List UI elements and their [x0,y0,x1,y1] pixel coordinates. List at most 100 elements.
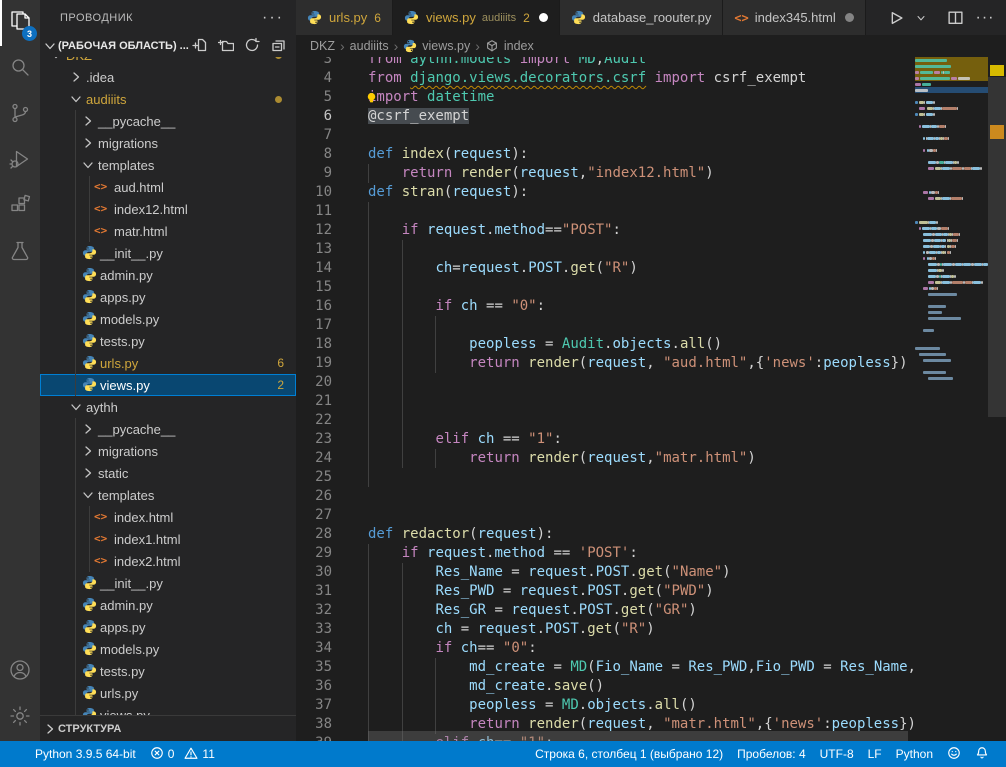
tree-item--pycache-[interactable]: __pycache__ [40,110,296,132]
split-editor-button[interactable] [942,5,968,31]
tab-views-py[interactable]: views.pyaudiiits2 [393,0,560,35]
activity-item-source-control[interactable] [0,92,40,138]
statusbar-item-problems[interactable]: 011 [143,741,222,767]
tree-item-static[interactable]: static [40,462,296,484]
statusbar-item-notifications[interactable] [968,741,996,767]
statusbar-item-feedback[interactable] [940,741,968,767]
code-line-26[interactable]: 26 [296,487,915,506]
code-line-27[interactable]: 27 [296,506,915,525]
breadcrumb-item-views-py[interactable]: views.py [403,39,470,54]
modified-dot-icon[interactable] [845,13,854,22]
code-line-33[interactable]: 33 ch = request.POST.get("R") [296,620,915,639]
tree-item-tests-py[interactable]: tests.py [40,330,296,352]
tree-item-templates[interactable]: templates [40,154,296,176]
code-line-7[interactable]: 7 [296,126,915,145]
tree-item-migrations[interactable]: migrations [40,132,296,154]
tree-item-index1-html[interactable]: <>index1.html [40,528,296,550]
code-line-9[interactable]: 9 return render(request,"index12.html") [296,164,915,183]
code-line-24[interactable]: 24 return render(request,"matr.html") [296,449,915,468]
code-line-3[interactable]: 3from aythh.models import MD,Audit [296,57,915,69]
lightbulb-icon[interactable] [365,91,378,104]
tree-item-index12-html[interactable]: <>index12.html [40,198,296,220]
activity-item-search[interactable] [0,46,40,92]
code-line-20[interactable]: 20 [296,373,915,392]
activity-item-run-debug[interactable] [0,138,40,184]
breadcrumb-item-audiiits[interactable]: audiiits [350,39,389,53]
tree-item-apps-py[interactable]: apps.py [40,616,296,638]
code-line-16[interactable]: 16 if ch == "0": [296,297,915,316]
code-line-10[interactable]: 10def stran(request): [296,183,915,202]
new-folder-icon[interactable] [218,37,236,55]
modified-dot-icon[interactable] [539,13,548,22]
code-line-17[interactable]: 17 [296,316,915,335]
horizontal-scrollbar[interactable] [368,731,908,741]
code-line-22[interactable]: 22 [296,411,915,430]
tree-item-dkz[interactable]: DKZ [40,57,296,66]
tree-item-models-py[interactable]: models.py [40,308,296,330]
tree-item-urls-py[interactable]: urls.py6 [40,352,296,374]
code-line-28[interactable]: 28def redactor(request): [296,525,915,544]
breadcrumb-item-index[interactable]: index [485,39,534,54]
code-line-8[interactable]: 8def index(request): [296,145,915,164]
tree-item--idea[interactable]: .idea [40,66,296,88]
code-line-32[interactable]: 32 Res_GR = request.POST.get("GR") [296,601,915,620]
statusbar-item-indentation[interactable]: Пробелов: 4 [730,741,813,767]
tab-database-roouter-py[interactable]: database_roouter.py [560,0,724,35]
tree-item-matr-html[interactable]: <>matr.html [40,220,296,242]
code-line-4[interactable]: 4from django.views.decorators.csrf impor… [296,69,915,88]
activity-item-settings[interactable] [0,695,40,741]
statusbar-item-eol[interactable]: LF [861,741,889,767]
tree-item--init-py[interactable]: __init__.py [40,572,296,594]
tree-item-audiiits[interactable]: audiiits [40,88,296,110]
activity-item-extensions[interactable] [0,184,40,230]
outline-section-header[interactable]: СТРУКТУРА [40,715,296,741]
statusbar-item-language-mode[interactable]: Python [889,741,940,767]
code-line-14[interactable]: 14 ch=request.POST.get("R") [296,259,915,278]
run-button[interactable] [882,5,908,31]
tree-item-apps-py[interactable]: apps.py [40,286,296,308]
code-line-5[interactable]: 5import datetime [296,88,915,107]
sidebar-more-icon[interactable]: ··· [262,9,284,27]
code-line-6[interactable]: 6@csrf_exempt [296,107,915,126]
overview-ruler[interactable] [988,57,1006,741]
tree-item-views-py[interactable]: views.py [40,704,296,715]
activity-item-explorer[interactable]: 3 [0,0,40,46]
tab-index345-html[interactable]: <>index345.html [723,0,865,35]
tree-item-admin-py[interactable]: admin.py [40,264,296,286]
tree-item-migrations[interactable]: migrations [40,440,296,462]
statusbar-item-python-interpreter[interactable]: Python 3.9.5 64-bit [28,741,143,767]
activity-item-testing[interactable] [0,230,40,276]
tree-item-views-py[interactable]: views.py2 [40,374,296,396]
tree-item-models-py[interactable]: models.py [40,638,296,660]
refresh-icon[interactable] [244,37,262,55]
breadcrumb-item-dkz[interactable]: DKZ [310,39,335,53]
statusbar-item-encoding[interactable]: UTF-8 [813,741,861,767]
code-line-29[interactable]: 29 if request.method == 'POST': [296,544,915,563]
code-line-34[interactable]: 34 if ch== "0": [296,639,915,658]
tree-item-urls-py[interactable]: urls.py [40,682,296,704]
code-line-15[interactable]: 15 [296,278,915,297]
code-line-21[interactable]: 21 [296,392,915,411]
more-actions-button[interactable]: ··· [972,5,998,31]
tree-item--pycache-[interactable]: __pycache__ [40,418,296,440]
tree-item-admin-py[interactable]: admin.py [40,594,296,616]
code-line-13[interactable]: 13 [296,240,915,259]
code-line-23[interactable]: 23 elif ch == "1": [296,430,915,449]
tree-item-tests-py[interactable]: tests.py [40,660,296,682]
code-line-25[interactable]: 25 [296,468,915,487]
tree-item-index-html[interactable]: <>index.html [40,506,296,528]
statusbar-item-cursor-position[interactable]: Строка 6, столбец 1 (выбрано 12) [528,741,730,767]
activity-item-account[interactable] [0,649,40,695]
minimap[interactable] [915,57,988,741]
tree-item--init-py[interactable]: __init__.py [40,242,296,264]
tree-item-templates[interactable]: templates [40,484,296,506]
code-line-19[interactable]: 19 return render(request, "aud.html",{'n… [296,354,915,373]
tree-item-aythh[interactable]: aythh [40,396,296,418]
collapse-all-icon[interactable] [270,37,288,55]
tab-urls-py[interactable]: urls.py6 [296,0,393,35]
code-line-36[interactable]: 36 md_create.save() [296,677,915,696]
code-line-37[interactable]: 37 peopless = MD.objects.all() [296,696,915,715]
code-line-31[interactable]: 31 Res_PWD = request.POST.get("PWD") [296,582,915,601]
code-line-35[interactable]: 35 md_create = MD(Fio_Name = Res_PWD,Fio… [296,658,915,677]
code-line-11[interactable]: 11 [296,202,915,221]
